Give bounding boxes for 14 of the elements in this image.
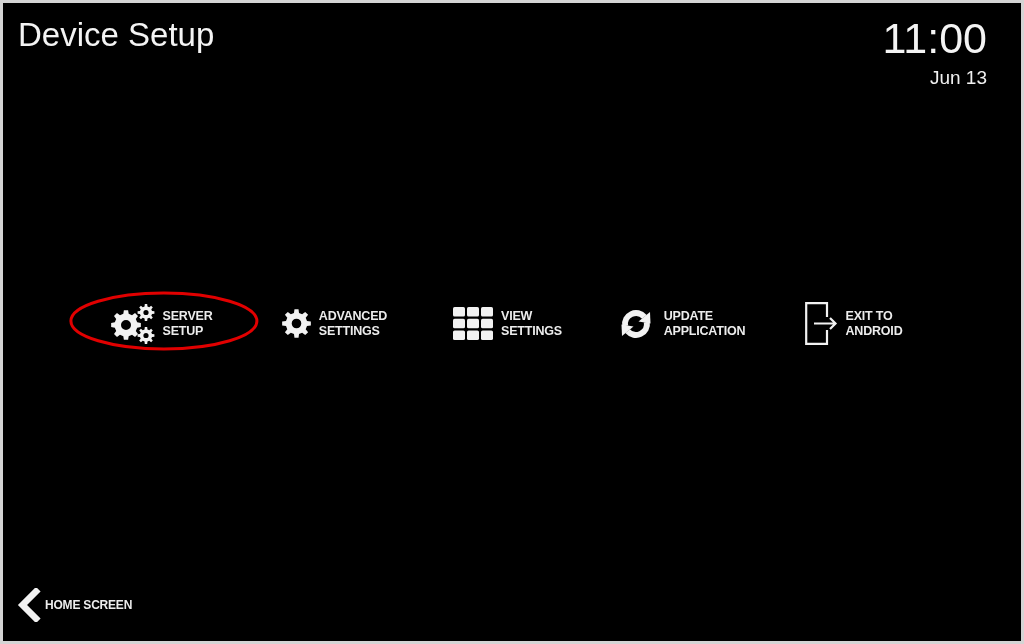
menu-button[interactable]: ADVANCED SETTINGS xyxy=(248,302,421,345)
menu-button[interactable]: SERVER SETUP xyxy=(75,302,248,345)
gear-icon xyxy=(281,309,311,338)
grid-icon xyxy=(453,307,494,340)
gears-icon xyxy=(110,303,155,344)
exit-door-icon xyxy=(804,302,838,345)
menu-button[interactable]: VIEW SETTINGS xyxy=(421,302,594,345)
page-title: Device Setup xyxy=(18,17,215,54)
clock-time: 11:00 xyxy=(882,17,987,60)
back-button[interactable]: HOME SCREEN xyxy=(16,588,133,622)
chevron-left-icon xyxy=(16,588,41,622)
menu-button[interactable]: EXIT TO ANDROID xyxy=(767,302,940,345)
clock-date: Jun 13 xyxy=(929,68,987,87)
menu-button[interactable]: UPDATE APPLICATION xyxy=(594,302,767,345)
